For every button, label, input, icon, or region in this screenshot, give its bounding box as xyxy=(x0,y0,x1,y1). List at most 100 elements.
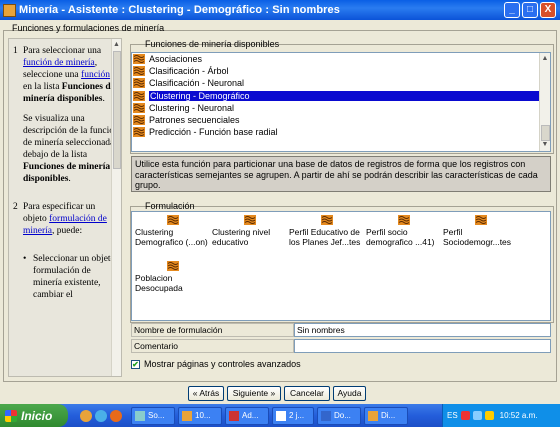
formulation-label: Desocupada xyxy=(135,283,183,293)
window-title: Minería - Asistente : Clustering - Demog… xyxy=(19,4,340,16)
function-item[interactable]: Asociaciones xyxy=(132,53,550,65)
taskbar: Inicio So... 10... Ad... 2 j... Do... Di... E… xyxy=(0,404,560,427)
scroll-thumb[interactable] xyxy=(113,51,121,169)
system-tray: ES 10:52 a.m. xyxy=(442,404,560,427)
help-bold-text: Funciones de minería disponibles xyxy=(23,162,111,184)
taskbar-item[interactable]: 2 j... xyxy=(272,406,314,425)
app-icon xyxy=(3,3,16,17)
clock: 10:52 a.m. xyxy=(499,411,538,420)
functions-list[interactable]: Asociaciones Clasificación - Árbol Clasifi… xyxy=(131,52,551,152)
formulation-icon xyxy=(167,261,179,271)
help-step-number: 1 xyxy=(13,46,18,56)
volume-icon[interactable] xyxy=(484,411,494,420)
function-item[interactable]: Clustering - Demográfico xyxy=(132,90,550,102)
next-button[interactable]: Siguiente » xyxy=(227,386,281,401)
formulation-label: Perfil socio xyxy=(366,227,408,237)
function-label: Predicción - Función base radial xyxy=(149,127,278,138)
task-app-icon xyxy=(276,410,286,421)
formulation-item[interactable]: Perfil Educativo de los Planes Jef...tes xyxy=(289,215,360,247)
scroll-up-icon[interactable]: ▲ xyxy=(112,39,121,51)
formulation-label: Clustering xyxy=(135,227,174,237)
formulation-caption: Formulación xyxy=(145,201,195,211)
taskbar-item[interactable]: So... xyxy=(131,406,175,425)
advanced-option[interactable]: ✔ Mostrar páginas y controles avanzados xyxy=(131,359,301,369)
functions-scrollbar[interactable]: ▲ ▼ xyxy=(539,53,550,151)
close-button[interactable]: X xyxy=(540,2,556,18)
tray-icon[interactable] xyxy=(460,411,470,420)
task-app-icon xyxy=(368,410,378,421)
comment-input[interactable] xyxy=(294,339,551,353)
formulation-label: Poblacion xyxy=(135,273,173,283)
help-link-funcion[interactable]: función xyxy=(81,70,110,80)
task-app-icon xyxy=(229,410,239,421)
function-label: Clasificación - Árbol xyxy=(149,66,229,77)
help-step-number: 2 xyxy=(13,202,18,212)
mining-function-icon xyxy=(133,54,145,65)
taskbar-item[interactable]: Di... xyxy=(364,406,408,425)
help-button[interactable]: Ayuda xyxy=(333,386,366,401)
scroll-up-icon[interactable]: ▲ xyxy=(540,53,550,65)
task-label: 2 j... xyxy=(289,411,305,420)
formulation-label: Demografico (...on) xyxy=(135,237,208,247)
ie-icon[interactable] xyxy=(80,409,92,422)
network-icon[interactable] xyxy=(472,411,482,420)
formulation-label: los Planes Jef...tes xyxy=(289,237,361,247)
function-label: Clustering - Neuronal xyxy=(149,102,235,113)
firefox-icon[interactable] xyxy=(110,409,122,422)
formulation-icon xyxy=(167,215,179,225)
minimize-button[interactable]: _ xyxy=(504,2,520,18)
task-label: Do... xyxy=(334,411,351,420)
mining-function-icon xyxy=(133,90,145,101)
name-label: Nombre de formulación xyxy=(131,323,294,337)
bullet-glyph: • xyxy=(23,254,27,264)
formulation-list[interactable]: Clustering Demografico (...on) Clustering … xyxy=(131,211,551,321)
start-label: Inicio xyxy=(21,408,53,423)
formulation-item[interactable]: Poblacion Desocupada xyxy=(135,261,183,293)
help-link-funcion-mineria[interactable]: función de minería xyxy=(23,58,95,68)
function-label: Clustering - Demográfico xyxy=(149,90,547,101)
help-text: Seleccionar un objeto formulación de min… xyxy=(33,254,116,300)
taskbar-item[interactable]: 10... xyxy=(178,406,222,425)
function-item[interactable]: Clustering - Neuronal xyxy=(132,102,550,114)
cancel-button[interactable]: Cancelar xyxy=(284,386,330,401)
taskbar-item[interactable]: Do... xyxy=(317,406,361,425)
function-label: Patrones secuenciales xyxy=(149,115,240,126)
start-button[interactable]: Inicio xyxy=(0,404,68,427)
formulation-icon xyxy=(321,215,333,225)
function-item[interactable]: Clasificación - Árbol xyxy=(132,65,550,77)
help-text: . xyxy=(68,174,71,184)
name-input[interactable]: Sin nombres xyxy=(294,323,551,337)
function-description: Utilice esta función para particionar un… xyxy=(131,156,551,192)
task-app-icon xyxy=(135,410,145,421)
windows-logo-icon xyxy=(5,409,17,422)
advanced-checkbox[interactable]: ✔ xyxy=(131,359,140,369)
wizard-buttons: « Atrás Siguiente » Cancelar Ayuda xyxy=(188,386,366,401)
task-label: Di... xyxy=(381,411,396,420)
taskbar-item[interactable]: Ad... xyxy=(225,406,269,425)
mining-function-icon xyxy=(133,78,145,89)
task-label: So... xyxy=(148,411,165,420)
formulation-label: Perfil xyxy=(443,227,463,237)
formulation-icon xyxy=(475,215,487,225)
function-label: Clasificación - Neuronal xyxy=(149,78,245,89)
function-item[interactable]: Clasificación - Neuronal xyxy=(132,77,550,89)
formulation-item[interactable]: Perfil Sociodemogr...tes xyxy=(443,215,511,247)
help-scrollbar[interactable]: ▲ xyxy=(111,39,121,376)
help-text: . xyxy=(102,94,105,104)
function-item[interactable]: Patrones secuenciales xyxy=(132,114,550,126)
formulation-item[interactable]: Clustering nivel educativo xyxy=(212,215,270,247)
formulation-item[interactable]: Perfil socio demografico ...41) xyxy=(366,215,435,247)
function-label: Asociaciones xyxy=(149,54,203,65)
formulation-label: Sociodemogr...tes xyxy=(443,237,512,247)
maximize-button[interactable]: □ xyxy=(522,2,538,18)
language-indicator[interactable]: ES xyxy=(447,411,458,420)
back-button[interactable]: « Atrás xyxy=(188,386,224,401)
formulation-item[interactable]: Clustering Demografico (...on) xyxy=(135,215,208,247)
help-pane: 1 Para seleccionar una función de minerí… xyxy=(8,38,122,377)
scroll-down-icon[interactable]: ▼ xyxy=(540,139,550,151)
help-text: Para seleccionar una xyxy=(23,46,102,56)
formulation-icon xyxy=(244,215,256,225)
function-item[interactable]: Predicción - Función base radial xyxy=(132,126,550,138)
outlook-icon[interactable] xyxy=(95,409,107,422)
mining-function-icon xyxy=(133,115,145,126)
